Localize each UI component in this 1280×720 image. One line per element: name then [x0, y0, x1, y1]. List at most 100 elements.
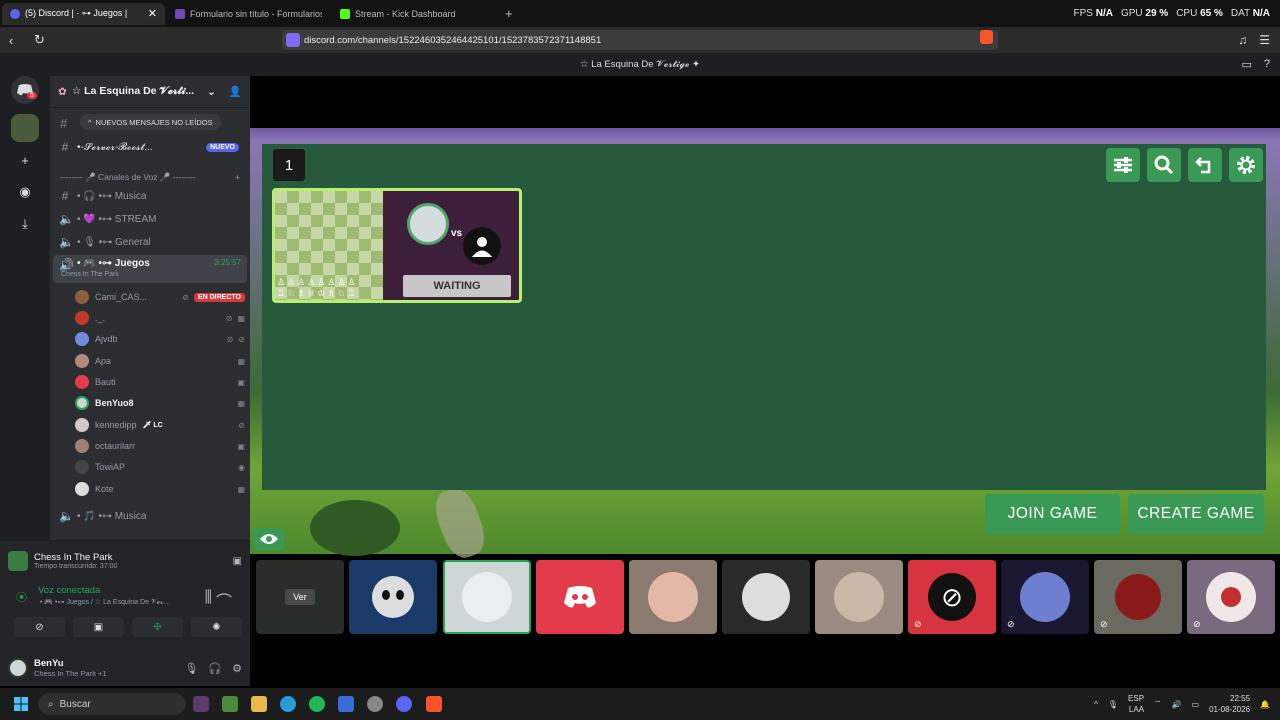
channel-name: • 🎵 •⊶ Musica — [77, 510, 147, 522]
join-game-button[interactable]: JOIN GAME — [985, 494, 1120, 534]
participant-tile[interactable] — [349, 560, 437, 634]
close-icon[interactable]: ✕ — [148, 7, 157, 20]
create-game-button[interactable]: CREATE GAME — [1128, 494, 1264, 534]
back-button[interactable] — [1188, 148, 1222, 182]
voice-user[interactable]: BenYuo8 ▦ — [75, 393, 245, 413]
server-header[interactable]: ✿ ☆ La Esquina De 𝓥𝓮𝓻𝓽𝓲... ⌄ 👤 — [50, 76, 250, 108]
activity-card[interactable]: Chess In The Park Tiempo transcurrido: 3… — [8, 547, 242, 575]
participant-tile[interactable] — [536, 560, 624, 634]
battery-icon[interactable]: ▭ — [1192, 700, 1200, 709]
voice-user[interactable]: kennedipp 🗡 LC ⊘ — [75, 415, 245, 435]
add-server-icon[interactable]: + — [11, 146, 39, 174]
channel-musica[interactable]: # • 🎧 •⊶ Musica — [53, 186, 247, 206]
volume-icon[interactable]: 🔊 — [1172, 700, 1182, 709]
participant-tile-speaking[interactable] — [443, 560, 531, 634]
activities-button[interactable]: ✣ — [132, 617, 183, 637]
tree-decoration — [310, 500, 400, 556]
participant-tile[interactable]: Ver — [256, 560, 344, 634]
file-explorer-icon[interactable] — [251, 696, 267, 712]
app-icon[interactable] — [338, 696, 354, 712]
tab-forms[interactable]: Formulario sin título - Formularios de — [167, 3, 330, 25]
disconnect-icon[interactable]: ⌒ — [216, 588, 232, 612]
notifications-icon[interactable]: 🔔 — [1260, 700, 1270, 709]
activity-elapsed: Tiempo transcurrido: 37:00 — [34, 563, 118, 570]
discover-icon[interactable]: ◉ — [11, 178, 39, 206]
voice-user[interactable]: Kote ▦ — [75, 479, 245, 499]
participant-tile[interactable] — [815, 560, 903, 634]
menu-icon[interactable]: ☰ — [1259, 33, 1270, 47]
inbox-icon[interactable]: ▭ — [1241, 58, 1251, 71]
discord-taskbar-icon[interactable] — [396, 696, 412, 712]
user-placeholder-icon — [472, 237, 492, 257]
tab-discord[interactable]: (5) Discord | · ⊶ Juegos | ✕ — [2, 2, 165, 25]
os-taskbar: ⌕ Buscar ^ 🎙 ESP LAA ⌔ 🔊 ▭ 22:55 01-08-202… — [0, 688, 1280, 720]
tab-kick[interactable]: Stream - Kick Dashboard — [332, 3, 495, 25]
headphones-icon[interactable]: 🎧 — [208, 662, 222, 675]
voice-user[interactable]: Bauti ▣ — [75, 372, 245, 392]
voice-user[interactable]: Apa ▦ — [75, 351, 245, 371]
taskbar-search[interactable]: ⌕ Buscar — [38, 693, 186, 715]
participant-tile[interactable]: ⊘ — [1187, 560, 1275, 634]
help-icon[interactable]: ? — [1264, 58, 1270, 71]
channel-stream[interactable]: 🔈 • 💜 •⊶ STREAM — [53, 209, 247, 229]
camera-button[interactable]: ⊘ — [14, 617, 65, 637]
edge-icon[interactable] — [280, 696, 296, 712]
add-channel-icon[interactable]: + — [235, 172, 240, 183]
chrome-icon[interactable] — [367, 696, 383, 712]
reload-icon[interactable]: ↻ — [34, 32, 50, 48]
mic-tray-icon[interactable]: 🎙 — [1108, 700, 1118, 709]
channel-juegos[interactable]: 🔊 • 🎮 •⊶ Juegos 3:25:57 Chess In The Par… — [53, 255, 247, 283]
participant-tile[interactable] — [722, 560, 810, 634]
clock-time[interactable]: 22:55 — [1209, 693, 1250, 704]
download-icon[interactable]: ⤓ — [11, 210, 39, 238]
noise-suppression-icon[interactable]: ⫼ — [205, 589, 212, 607]
channel-server-boost[interactable]: # •-𝓢𝓮𝓻𝓿𝓮𝓻-𝓑𝓸𝓸𝓼𝓽... NUEVO — [53, 137, 247, 157]
screen-share-button[interactable]: ▣ — [73, 617, 124, 637]
back-icon[interactable]: ‹ — [9, 33, 25, 48]
new-tab-button[interactable]: + — [505, 6, 513, 21]
participant-tile[interactable]: ⊘ ⊘ — [908, 560, 996, 634]
minecraft-icon[interactable] — [222, 696, 238, 712]
view-button[interactable]: Ver — [285, 589, 315, 605]
participant-tile[interactable]: ⊘ — [1094, 560, 1182, 634]
site-info-icon[interactable] — [286, 33, 300, 47]
url-field[interactable]: discord.com/channels/1522460352464425101… — [282, 30, 998, 50]
deafened-icon: ⊘ — [238, 334, 245, 344]
spotify-icon[interactable] — [309, 696, 325, 712]
voice-user[interactable]: octaurilarr ▣ — [75, 436, 245, 456]
game-card[interactable]: ♙♙♙♙♙♙♙♙ ♖♘♗♕♔♗♘♖ vs WAITING — [272, 188, 522, 303]
spectate-toggle[interactable] — [254, 528, 284, 550]
chevron-up-icon[interactable]: ^ — [1094, 700, 1098, 709]
channel-musica-2[interactable]: 🔈 • 🎵 •⊶ Musica — [53, 506, 247, 526]
voice-user[interactable]: TowiAP ◉ — [75, 457, 245, 477]
brave-taskbar-icon[interactable] — [426, 696, 442, 712]
settings-button[interactable] — [1229, 148, 1263, 182]
user-name: TowiAP — [95, 462, 126, 472]
voice-user[interactable]: Cami_CAS... ⊘ EN DIRECTO — [75, 287, 245, 307]
windows-start-icon[interactable] — [14, 697, 28, 711]
media-icon[interactable]: ♫ — [1238, 33, 1247, 47]
wifi-icon[interactable]: ⌔ — [1154, 699, 1162, 709]
participant-tile[interactable] — [629, 560, 717, 634]
channel-general[interactable]: 🔈 • 🎙 •⊶ General — [53, 232, 247, 252]
language-indicator[interactable]: ESP — [1128, 693, 1144, 704]
unread-messages-pill[interactable]: ^ NUEVOS MENSAJES NO LEÍDOS — [80, 114, 221, 130]
settings-gear-icon[interactable]: ⚙ — [232, 662, 242, 675]
voice-user[interactable]: ._. ⊘ ▦ — [75, 308, 245, 328]
filters-button[interactable] — [1106, 148, 1140, 182]
discord-home-icon[interactable] — [11, 76, 39, 104]
user-status: Chess In The Park +1 — [34, 669, 107, 678]
server-icon[interactable] — [11, 114, 39, 142]
voice-user[interactable]: Ajvdb ⊘ ⊘ — [75, 329, 245, 349]
account-area[interactable]: BenYu Chess In The Park +1 🎙 🎧 ⚙ — [8, 653, 242, 683]
voice-category[interactable]: -------- 🎤 Canales de Voz 🎤 -------- + — [60, 172, 240, 183]
avatar — [75, 418, 89, 432]
search-button[interactable] — [1147, 148, 1181, 182]
microphone-icon[interactable]: 🎙 — [184, 662, 198, 675]
participant-tile[interactable]: ⊘ — [1001, 560, 1089, 634]
invite-icon[interactable]: 👤 — [229, 85, 242, 98]
activity-settings-icon[interactable]: ▣ — [233, 556, 242, 567]
brave-shield-icon[interactable] — [980, 30, 993, 44]
soundboard-button[interactable]: ✺ — [191, 617, 242, 637]
app-icon[interactable] — [193, 696, 209, 712]
